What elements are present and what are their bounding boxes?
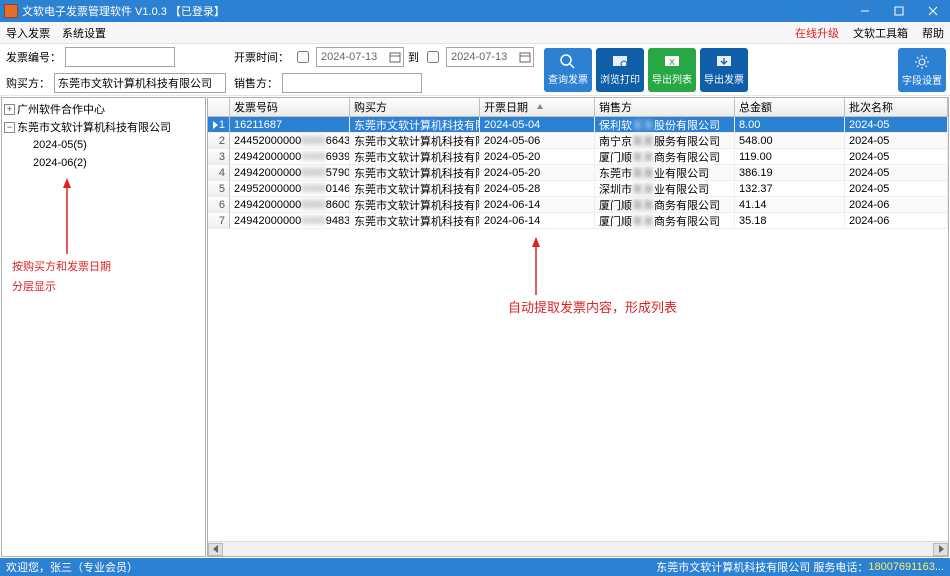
calendar-icon <box>519 51 531 63</box>
col-invoice-no[interactable]: 发票号码 <box>230 98 350 116</box>
collapse-icon[interactable]: − <box>4 122 15 133</box>
tree-panel: + 广州软件合作中心 − 东莞市文软计算机科技有限公司 2024-05(5) 2… <box>1 97 206 557</box>
svg-text:x: x <box>669 56 675 68</box>
toolbar: 发票编号： 购买方： 开票时间： 到 销售方： <box>0 44 950 96</box>
scroll-left-button[interactable] <box>208 543 223 556</box>
seller-label[interactable]: 销售方： <box>234 75 278 91</box>
table-row[interactable]: 116211687东莞市文软计算机科技有限公司2024-05-04保利软某某股份… <box>208 117 948 133</box>
preview-icon <box>611 53 629 69</box>
buyer-label[interactable]: 购买方： <box>6 75 50 91</box>
table-row[interactable]: 324942000000000069398东莞市文软计算机科技有限公司2024-… <box>208 149 948 165</box>
annotation-arrow-icon <box>52 178 82 256</box>
invoice-no-input[interactable] <box>65 47 175 67</box>
annotation-arrow-icon <box>526 237 546 297</box>
field-settings-button[interactable]: 字段设置 <box>898 48 946 92</box>
tree-label: 2024-06(2) <box>33 157 87 169</box>
tree-label: 广州软件合作中心 <box>17 101 105 117</box>
col-seller[interactable]: 销售方 <box>595 98 735 116</box>
expand-icon[interactable]: + <box>4 104 15 115</box>
date-to-label: 到 <box>408 49 419 65</box>
grid-panel: 发票号码 购买方 开票日期 销售方 总金额 批次名称 116211687东莞市文… <box>207 97 949 557</box>
menu-settings[interactable]: 系统设置 <box>62 25 106 41</box>
tree-label: 东莞市文软计算机科技有限公司 <box>17 119 171 135</box>
calendar-icon <box>389 51 401 63</box>
date-from-field[interactable] <box>316 47 404 67</box>
grid-header: 发票号码 购买方 开票日期 销售方 总金额 批次名称 <box>208 98 948 117</box>
status-bar: 欢迎您，张三（专业会员） 东莞市文软计算机科技有限公司 服务电话： 180076… <box>0 558 950 576</box>
company-text: 东莞市文软计算机科技有限公司 服务电话： <box>656 559 868 575</box>
title-bar: 文软电子发票管理软件 V1.0.3 【已登录】 <box>0 0 950 22</box>
phone-text: 18007691163 <box>868 561 934 573</box>
gear-icon <box>913 54 931 70</box>
horizontal-scrollbar[interactable] <box>208 541 948 556</box>
col-buyer[interactable]: 购买方 <box>350 98 480 116</box>
export-invoice-button[interactable]: 导出发票 <box>700 48 748 92</box>
minimize-button[interactable] <box>848 0 882 22</box>
menu-upgrade[interactable]: 在线升级 <box>795 25 839 41</box>
excel-icon: x <box>663 53 681 69</box>
table-row[interactable]: 424942000000000057905东莞市文软计算机科技有限公司2024-… <box>208 165 948 181</box>
phone-ext: ... <box>935 561 944 573</box>
date-from-checkbox[interactable] <box>297 51 309 63</box>
welcome-text: 欢迎您，张三（专业会员） <box>6 559 138 575</box>
grid-body[interactable]: 116211687东莞市文软计算机科技有限公司2024-05-04保利软某某股份… <box>208 117 948 541</box>
tree-label: 2024-05(5) <box>33 139 87 151</box>
export-list-button[interactable]: x 导出列表 <box>648 48 696 92</box>
date-to-input[interactable] <box>449 49 517 65</box>
col-amount[interactable]: 总金额 <box>735 98 845 116</box>
app-icon <box>4 4 18 18</box>
menu-import[interactable]: 导入发票 <box>6 25 50 41</box>
table-row[interactable]: 724942000000000094834东莞市文软计算机科技有限公司2024-… <box>208 213 948 229</box>
body: + 广州软件合作中心 − 东莞市文软计算机科技有限公司 2024-05(5) 2… <box>0 96 950 558</box>
window-title: 文软电子发票管理软件 V1.0.3 【已登录】 <box>22 3 225 19</box>
grid-annotation: 自动提取发票内容，形成列表 <box>508 297 677 316</box>
maximize-button[interactable] <box>882 0 916 22</box>
menu-help[interactable]: 帮助 <box>922 25 944 41</box>
export-icon <box>715 53 733 69</box>
row-number-header[interactable] <box>208 98 230 116</box>
table-row[interactable]: 224452000000000066437东莞市文软计算机科技有限公司2024-… <box>208 133 948 149</box>
tree-node-child1[interactable]: 2024-05(5) <box>4 136 203 154</box>
date-from-input[interactable] <box>319 49 387 65</box>
tree-annotation: 按购买方和发票日期 分层显示 <box>12 256 111 295</box>
tree-node-child2[interactable]: 2024-06(2) <box>4 154 203 172</box>
col-date[interactable]: 开票日期 <box>480 98 595 116</box>
seller-input[interactable] <box>282 73 422 93</box>
menu-bar: 导入发票 系统设置 在线升级 文软工具箱 帮助 <box>0 22 950 44</box>
buyer-input[interactable] <box>54 73 226 93</box>
search-icon <box>559 53 577 69</box>
menu-toolbox[interactable]: 文软工具箱 <box>853 25 908 41</box>
table-row[interactable]: 624942000000000086001东莞市文软计算机科技有限公司2024-… <box>208 197 948 213</box>
sort-asc-icon <box>536 103 544 111</box>
preview-print-button[interactable]: 浏览打印 <box>596 48 644 92</box>
tree-node-root2[interactable]: − 东莞市文软计算机科技有限公司 <box>4 118 203 136</box>
search-button[interactable]: 查询发票 <box>544 48 592 92</box>
tree-node-root1[interactable]: + 广州软件合作中心 <box>4 100 203 118</box>
date-to-checkbox[interactable] <box>427 51 439 63</box>
col-batch[interactable]: 批次名称 <box>845 98 948 116</box>
table-row[interactable]: 524952000000000001467东莞市文软计算机科技有限公司2024-… <box>208 181 948 197</box>
scroll-right-button[interactable] <box>933 543 948 556</box>
date-to-field[interactable] <box>446 47 534 67</box>
date-label: 开票时间： <box>234 49 289 65</box>
close-button[interactable] <box>916 0 950 22</box>
invoice-no-label: 发票编号： <box>6 49 61 65</box>
